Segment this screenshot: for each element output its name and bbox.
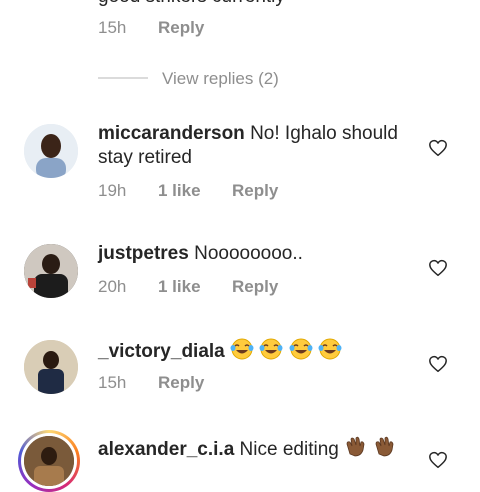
comment-body: Nice editing [239, 439, 339, 460]
comment-time: 19h [98, 181, 127, 200]
avatar-miccaranderson[interactable] [24, 124, 78, 178]
comment-text-4: alexander_c.i.a Nice editing [98, 434, 418, 462]
previous-comment-time: 15h [98, 18, 127, 37]
avatar-image [24, 436, 74, 486]
avatar-image [24, 340, 78, 394]
avatar-justpetres[interactable] [24, 244, 78, 298]
face-with-tears-of-joy-icon [230, 338, 254, 360]
reply-label: Reply [158, 18, 205, 37]
comment-time: 20h [98, 277, 127, 296]
reply-button[interactable]: Reply [158, 373, 204, 393]
heart-outline-icon[interactable] [428, 355, 448, 373]
heart-outline-icon[interactable] [428, 139, 448, 157]
previous-comment-reply-button[interactable]: Reply [158, 18, 204, 38]
username[interactable]: miccaranderson [98, 123, 245, 144]
replies-divider [98, 77, 148, 79]
comment-text-1: miccaranderson No! Ighalo should stay re… [98, 122, 418, 170]
avatar-victory-diala[interactable] [24, 340, 78, 394]
heart-outline-icon[interactable] [428, 259, 448, 277]
username[interactable]: _victory_diala [98, 341, 225, 362]
reply-button[interactable]: Reply [232, 181, 278, 201]
face-with-tears-of-joy-icon [289, 338, 313, 360]
username[interactable]: alexander_c.i.a [98, 439, 234, 460]
avatar-image [24, 124, 78, 178]
comment-text-3: _victory_diala [98, 338, 418, 364]
clapping-hands-icon [375, 436, 394, 457]
avatar-alexander-c-i-a[interactable] [24, 436, 74, 486]
reply-button[interactable]: Reply [232, 277, 278, 297]
comment-time: 15h [98, 373, 127, 392]
previous-comment-text: good strikers currently [98, 0, 285, 8]
comment-body: Noooooooo.. [194, 243, 303, 264]
avatar-image [24, 244, 78, 298]
reply-label: Reply [232, 277, 279, 296]
like-count[interactable]: 1 like [158, 277, 201, 297]
username[interactable]: justpetres [98, 243, 189, 264]
likes-label: 1 like [158, 181, 201, 200]
emoji-group [230, 338, 342, 362]
view-replies-button[interactable]: View replies (2) [162, 69, 279, 89]
heart-outline-icon[interactable] [428, 451, 448, 469]
face-with-tears-of-joy-icon [318, 338, 342, 360]
clapping-hands-icon [346, 436, 365, 457]
likes-label: 1 like [158, 277, 201, 296]
like-count[interactable]: 1 like [158, 181, 201, 201]
reply-label: Reply [158, 373, 205, 392]
face-with-tears-of-joy-icon [259, 338, 283, 360]
reply-label: Reply [232, 181, 279, 200]
comment-text-2: justpetres Noooooooo.. [98, 242, 418, 266]
